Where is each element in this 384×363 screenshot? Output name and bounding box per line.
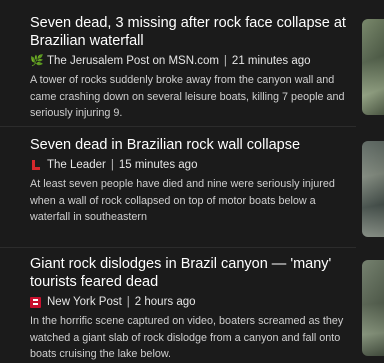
news-time: 21 minutes ago (231, 55, 311, 67)
news-snippet: In the horrific scene captured on video,… (30, 315, 344, 360)
news-time: 15 minutes ago (118, 159, 198, 171)
news-snippet: At least seven people have died and nine… (30, 178, 335, 223)
news-headline-link[interactable]: Giant rock dislodges in Brazil canyon — … (30, 255, 356, 291)
thumbnail-shade (362, 141, 384, 237)
news-source-row: The Leader | 15 minutes ago (30, 157, 356, 173)
divider (0, 247, 356, 248)
thumbnail-shade (362, 19, 384, 115)
thumbnail-shade (362, 260, 384, 356)
separator: | (223, 55, 227, 67)
separator: | (126, 296, 130, 308)
news-thumbnail[interactable] (362, 260, 384, 356)
new-york-post-logo-icon (30, 296, 41, 308)
the-leader-logo-icon (30, 159, 41, 171)
news-headline-link[interactable]: Seven dead, 3 missing after rock face co… (30, 14, 356, 50)
news-thumbnail[interactable] (362, 19, 384, 115)
news-thumbnail[interactable] (362, 141, 384, 237)
news-source-name[interactable]: New York Post (47, 296, 122, 308)
news-source-row: 🌿 The Jerusalem Post on MSN.com | 21 min… (30, 53, 356, 69)
news-snippet: A tower of rocks suddenly broke away fro… (30, 74, 345, 119)
news-card-content: Seven dead in Brazilian rock wall collap… (30, 136, 356, 226)
separator: | (110, 159, 114, 171)
news-card[interactable]: Seven dead in Brazilian rock wall collap… (0, 136, 384, 246)
news-card-content: Giant rock dislodges in Brazil canyon — … (30, 255, 356, 363)
news-source-row: New York Post | 2 hours ago (30, 294, 356, 310)
news-card[interactable]: Seven dead, 3 missing after rock face co… (0, 14, 384, 124)
news-source-name[interactable]: The Leader (47, 159, 106, 171)
divider (0, 126, 356, 127)
news-source-name[interactable]: The Jerusalem Post on MSN.com (47, 55, 219, 67)
news-feed: Seven dead, 3 missing after rock face co… (0, 0, 384, 360)
jerusalem-post-logo-icon: 🌿 (30, 54, 44, 67)
news-time: 2 hours ago (134, 296, 196, 308)
news-card-content: Seven dead, 3 missing after rock face co… (30, 14, 356, 122)
news-card[interactable]: Giant rock dislodges in Brazil canyon — … (0, 255, 384, 360)
news-headline-link[interactable]: Seven dead in Brazilian rock wall collap… (30, 136, 356, 154)
